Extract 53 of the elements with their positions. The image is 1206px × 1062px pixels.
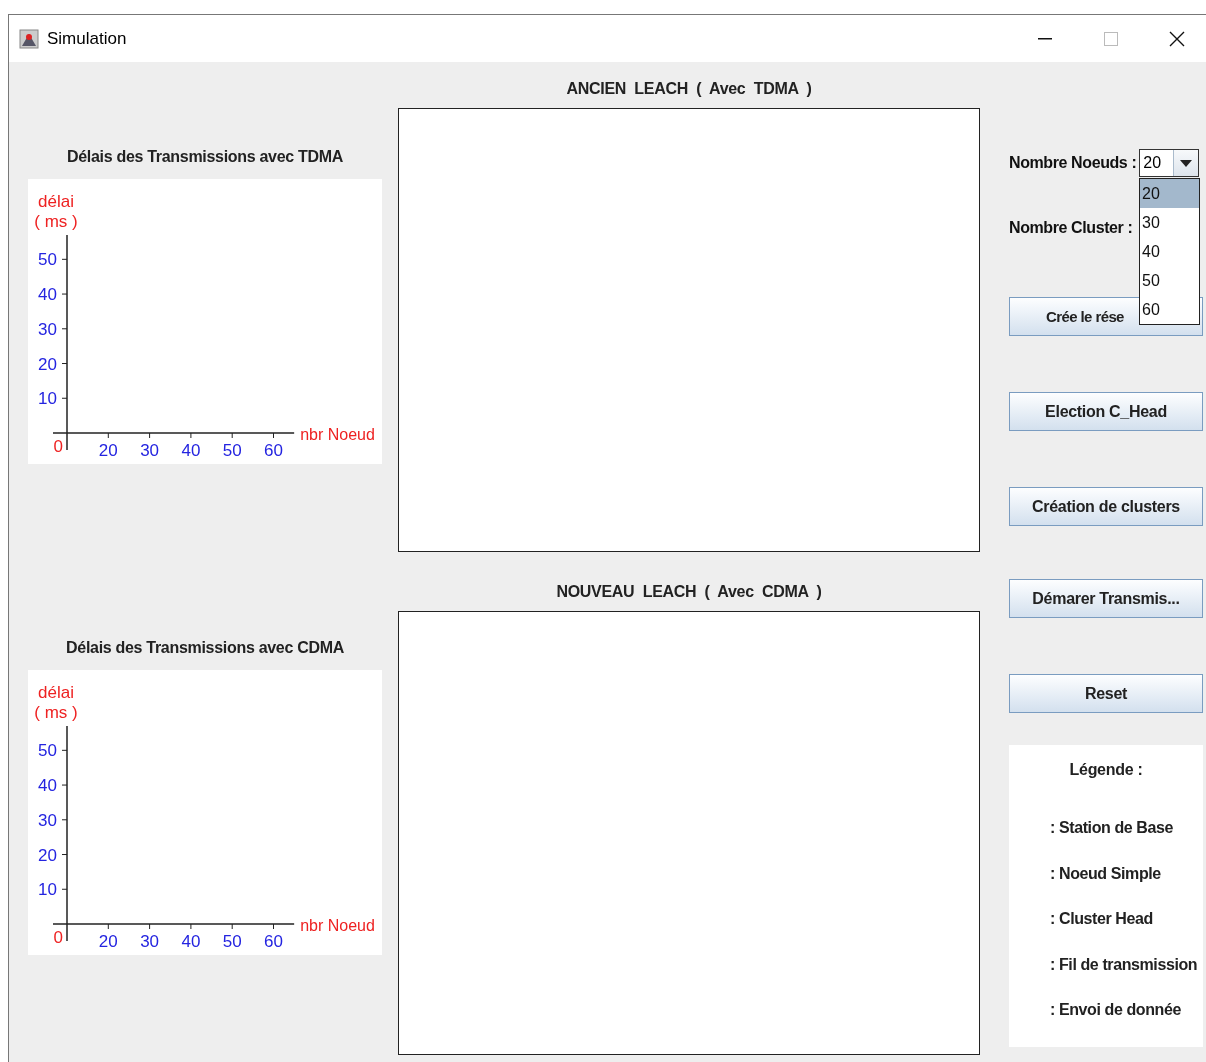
tick-label: 20 bbox=[98, 441, 118, 460]
app-icon bbox=[19, 28, 39, 49]
tick-label: 60 bbox=[264, 932, 283, 951]
legend-item: : Station de Base bbox=[1049, 819, 1174, 838]
legend-item: : Noeud Simple bbox=[1049, 864, 1162, 884]
tick-label: 30 bbox=[38, 319, 57, 339]
axis-label: délai ( ms ) bbox=[34, 192, 78, 231]
tick-label: 40 bbox=[38, 776, 57, 796]
legend-item: : Envoi de donnée bbox=[1049, 1001, 1182, 1021]
legend-item: : Cluster Head bbox=[1049, 910, 1154, 930]
dropdown-option[interactable]: 30 bbox=[1140, 208, 1199, 237]
dropdown-option[interactable]: 20 bbox=[1140, 179, 1199, 208]
panel-title: NOUVEAU LEACH ( Avec CDMA ) bbox=[555, 583, 823, 601]
legend-title: Légende : bbox=[1068, 761, 1144, 779]
action-button[interactable]: Démarer Transmis... bbox=[1009, 579, 1203, 618]
tick-label: 30 bbox=[140, 932, 160, 951]
axis-label: délai ( ms ) bbox=[34, 683, 78, 722]
window-title: Simulation bbox=[47, 28, 128, 49]
tick-label: 40 bbox=[181, 932, 201, 951]
tick-label: 20 bbox=[38, 845, 57, 865]
action-button[interactable]: Election C_Head bbox=[1009, 392, 1203, 431]
tick-label: 50 bbox=[222, 932, 242, 951]
tick-label: 20 bbox=[38, 354, 57, 374]
action-button[interactable]: Création de clusters bbox=[1009, 487, 1203, 526]
chart-title: Délais des Transmissions avec TDMA bbox=[65, 148, 345, 166]
tick-label: 60 bbox=[264, 441, 283, 460]
caret-icon bbox=[1180, 159, 1193, 167]
close-icon[interactable] bbox=[1169, 30, 1185, 47]
axis-label: nbr Noeud bbox=[300, 917, 375, 934]
tick-label: 40 bbox=[181, 441, 201, 460]
tick-label: 20 bbox=[98, 932, 118, 951]
chart-title: Délais des Transmissions avec CDMA bbox=[65, 639, 345, 657]
tick-label: 40 bbox=[38, 285, 57, 305]
dropdown-option[interactable]: 50 bbox=[1140, 266, 1199, 295]
tick-label: 50 bbox=[222, 441, 242, 460]
axis-label: nbr Noeud bbox=[300, 426, 375, 443]
tick-label: 10 bbox=[38, 389, 57, 409]
dropdown-option[interactable]: 60 bbox=[1140, 295, 1199, 324]
dropdown-option[interactable]: 40 bbox=[1140, 237, 1199, 266]
action-button[interactable]: Reset bbox=[1009, 674, 1203, 713]
origin-label: 0 bbox=[53, 437, 63, 456]
field-label: Nombre Cluster : bbox=[1009, 219, 1133, 237]
legend-item: : Fil de transmission bbox=[1049, 955, 1199, 975]
tick-label: 10 bbox=[38, 880, 57, 900]
origin-label: 0 bbox=[53, 928, 63, 947]
minimize-icon[interactable] bbox=[1038, 37, 1052, 40]
tick-label: 30 bbox=[140, 441, 160, 460]
tick-label: 30 bbox=[38, 810, 57, 830]
field-label: Nombre Noeuds : bbox=[1009, 154, 1137, 172]
panel-title: ANCIEN LEACH ( Avec TDMA ) bbox=[565, 80, 813, 98]
tick-label: 50 bbox=[38, 250, 57, 270]
tick-label: 50 bbox=[38, 741, 57, 761]
nodes-dropdown[interactable]: 20 bbox=[1139, 149, 1200, 177]
